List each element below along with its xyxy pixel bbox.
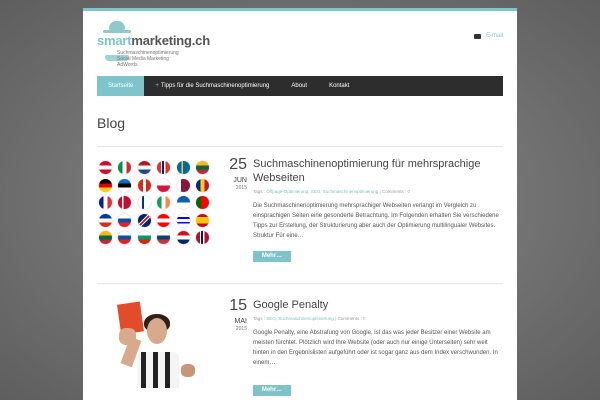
divider	[97, 283, 503, 284]
meta-tags-links[interactable]: Offpage-Optimierung, SEO, Suchmaschineno…	[266, 189, 378, 194]
flag-icon	[99, 196, 112, 209]
site-header: smartmarketing.ch Suchmaschinenoptimieru…	[83, 11, 517, 81]
flag-icon	[137, 178, 151, 192]
flag-icon	[176, 231, 190, 244]
flag-row	[99, 231, 209, 244]
page-title: Blog	[97, 115, 126, 131]
flag-icon	[195, 196, 209, 209]
referee-hand	[119, 328, 136, 345]
logo-text: smartmarketing.ch	[97, 33, 210, 48]
meta-comments-label: Comments :	[381, 189, 407, 194]
post-body: Google Penalty Tags : SEO, Suchmaschinen…	[253, 298, 503, 368]
meta-comments-count[interactable]: 0	[407, 189, 410, 194]
flag-icon	[157, 161, 171, 174]
nav-label: Kontakt	[329, 83, 350, 89]
post-meta: Tags : Offpage-Optimierung, SEO, Suchmas…	[253, 189, 503, 194]
shirt-stripe	[165, 352, 170, 388]
flag-icon	[137, 213, 151, 227]
flag-icon	[118, 231, 132, 244]
blog-post: 15 MAI 2015 Google Penalty Tags : SEO, S…	[97, 298, 503, 400]
flag-row	[99, 161, 209, 174]
flag-icon	[176, 213, 190, 227]
nav-label: Startseite	[108, 83, 134, 89]
post-thumbnail-referee[interactable]	[97, 298, 211, 388]
flag-icon	[99, 178, 112, 192]
referee-head	[147, 318, 167, 344]
main-nav: Startseite + Tipps für die Suchmaschineno…	[97, 76, 503, 96]
flag-icon	[157, 178, 171, 192]
flag-icon	[176, 161, 190, 174]
post-date-day: 25	[229, 156, 247, 173]
flag-icon	[99, 213, 112, 227]
post-body: Suchmaschinenoptimierung für mehrsprachi…	[253, 157, 503, 241]
flag-icon	[99, 161, 112, 174]
flag-icon	[137, 196, 151, 209]
nav-item-startseite[interactable]: Startseite	[97, 76, 145, 96]
flag-icon	[137, 161, 151, 174]
flag-icon	[195, 213, 209, 227]
post-date-day: 15	[229, 297, 247, 314]
post-date-year: 2015	[235, 185, 247, 191]
flag-icon	[137, 231, 151, 244]
flag-icon	[118, 213, 132, 227]
meta-tags-label: Tags :	[253, 316, 266, 321]
post-excerpt: Die Suchmaschinenoptimierung mehrsprachi…	[253, 203, 499, 239]
nav-item-kontakt[interactable]: Kontakt	[318, 76, 360, 96]
nav-item-tipps[interactable]: + Tipps für die Suchmaschinenoptimierung	[144, 76, 280, 96]
flag-icon	[118, 161, 132, 174]
flag-icon	[99, 231, 112, 244]
logo-text-smart: smart	[97, 33, 132, 48]
flag-icon	[157, 196, 171, 209]
tagline-line: AdWords	[117, 62, 138, 68]
post-excerpt: Google Penalty, eine Abstrafung von Goog…	[253, 330, 498, 366]
post-meta: Tags : SEO, Suchmaschinenoptimierung | C…	[253, 316, 503, 321]
read-more-button[interactable]: Mehr…	[253, 251, 291, 262]
flag-icon	[176, 196, 190, 209]
logo-text-rest: marketing.ch	[131, 33, 210, 48]
post-date-year: 2015	[235, 326, 247, 332]
flag-icon	[157, 213, 171, 227]
shirt-stripe	[141, 352, 146, 388]
meta-tags-links[interactable]: SEO, Suchmaschinenoptimierung	[266, 316, 334, 321]
nav-item-about[interactable]: About	[280, 76, 318, 96]
flag-icon	[157, 231, 171, 244]
flag-row	[99, 178, 209, 192]
hat-icon	[109, 21, 125, 30]
meta-tags-label: Tags :	[253, 189, 266, 194]
flag-icon	[118, 178, 132, 192]
page-container: smartmarketing.ch Suchmaschinenoptimieru…	[83, 8, 517, 400]
flag-row	[99, 196, 209, 209]
nav-plus-icon: +	[155, 83, 159, 89]
divider	[97, 146, 503, 147]
post-title[interactable]: Google Penalty	[253, 298, 503, 312]
blog-post: 25 JUN 2015 Suchmaschinenoptimierung für…	[97, 157, 503, 282]
email-label: E-mail	[485, 33, 503, 39]
post-date: 15 MAI 2015	[219, 298, 247, 333]
meta-comments-count[interactable]: 0	[363, 316, 366, 321]
flag-icon	[118, 196, 132, 209]
logo-tagline: Suchmaschinenoptimierung Social Media Ma…	[117, 50, 179, 68]
flag-icon	[176, 178, 190, 192]
nav-label: About	[291, 83, 308, 89]
flag-icon	[195, 161, 209, 174]
meta-comments-label: Comments :	[337, 316, 362, 321]
flag-icon	[195, 178, 209, 192]
post-date-month: MAI	[234, 318, 247, 325]
envelope-icon	[473, 33, 481, 39]
post-date-month: JUN	[233, 177, 247, 184]
nav-label: Tipps für die Suchmaschinenoptimierung	[160, 83, 270, 89]
post-thumbnail-flags[interactable]	[97, 157, 211, 257]
post-title[interactable]: Suchmaschinenoptimierung für mehrsprachi…	[253, 157, 503, 185]
read-more-button[interactable]: Mehr…	[253, 385, 291, 396]
shirt-stripe	[153, 352, 158, 388]
flag-grid	[99, 161, 211, 249]
referee-fist	[181, 364, 195, 377]
flag-icon	[195, 231, 209, 244]
email-link[interactable]: E-mail	[473, 33, 503, 39]
flag-row	[99, 213, 209, 227]
post-date: 25 JUN 2015	[219, 157, 247, 192]
